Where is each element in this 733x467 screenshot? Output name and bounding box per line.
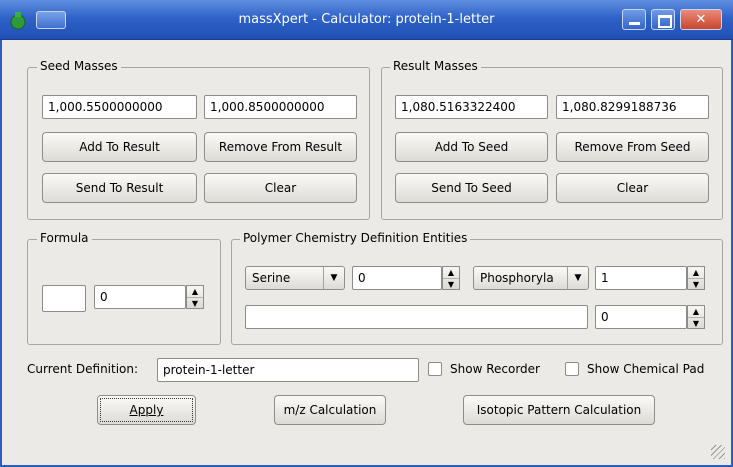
dropdown-arrow-icon[interactable]: ▼	[567, 267, 588, 289]
monomer-count-stepper[interactable]: ▲ ▼	[442, 266, 460, 290]
add-to-seed-button[interactable]: Add To Seed	[395, 132, 548, 162]
result-clear-button[interactable]: Clear	[556, 173, 709, 203]
monomer-combo-value: Serine	[252, 271, 291, 285]
minimize-button[interactable]	[622, 9, 646, 30]
isotopic-pattern-calculation-label: Isotopic Pattern Calculation	[476, 403, 642, 417]
entity-formula-input[interactable]	[245, 305, 588, 329]
send-to-seed-button[interactable]: Send To Seed	[395, 173, 548, 203]
close-button[interactable]: ✕	[680, 9, 722, 30]
remove-from-seed-button[interactable]: Remove From Seed	[556, 132, 709, 162]
chevron-up-icon[interactable]: ▲	[443, 267, 459, 278]
mz-calculation-label: m/z Calculation	[283, 403, 377, 417]
show-recorder-checkbox[interactable]	[428, 362, 442, 376]
monomer-count-spinbox[interactable]: 0	[352, 266, 442, 290]
seed-masses-title: Seed Masses	[37, 59, 121, 73]
result-mono-mass-field[interactable]: 1,080.5163322400	[395, 95, 548, 119]
polymer-entities-group	[231, 239, 723, 345]
chevron-down-icon[interactable]: ▼	[443, 278, 459, 290]
entity-formula-count-spinbox[interactable]: 0	[595, 305, 687, 329]
modification-count-spinbox[interactable]: 1	[595, 266, 687, 290]
chevron-up-icon[interactable]: ▲	[688, 306, 704, 317]
remove-from-result-button[interactable]: Remove From Result	[204, 132, 357, 162]
maximize-icon	[658, 15, 672, 28]
entity-formula-count-stepper[interactable]: ▲ ▼	[687, 305, 705, 329]
result-masses-title: Result Masses	[390, 59, 481, 73]
maximize-button[interactable]	[651, 9, 675, 30]
formula-count-spinbox[interactable]: 0	[94, 285, 186, 309]
current-definition-label: Current Definition:	[27, 362, 139, 376]
modification-combo-value: Phosphoryla	[480, 271, 554, 285]
dropdown-arrow-icon[interactable]: ▼	[323, 267, 344, 289]
modification-count-stepper[interactable]: ▲ ▼	[687, 266, 705, 290]
isotopic-pattern-calculation-button[interactable]: Isotopic Pattern Calculation	[463, 395, 655, 425]
chevron-down-icon[interactable]: ▼	[688, 317, 704, 329]
mz-calculation-button[interactable]: m/z Calculation	[274, 395, 386, 425]
monomer-combo[interactable]: Serine ▼	[245, 266, 345, 290]
chevron-down-icon[interactable]: ▼	[688, 278, 704, 290]
formula-count-stepper[interactable]: ▲ ▼	[186, 285, 204, 309]
seed-mono-mass-field[interactable]: 1,000.5500000000	[42, 95, 197, 119]
modification-combo[interactable]: Phosphoryla ▼	[473, 266, 589, 290]
chevron-up-icon[interactable]: ▲	[688, 267, 704, 278]
current-definition-field[interactable]: protein-1-letter	[157, 358, 419, 382]
show-chemical-pad-checkbox[interactable]	[565, 362, 579, 376]
apply-button[interactable]: Apply	[97, 395, 196, 425]
send-to-result-button[interactable]: Send To Result	[42, 173, 197, 203]
seed-clear-button[interactable]: Clear	[204, 173, 357, 203]
close-icon: ✕	[695, 12, 707, 27]
show-chemical-pad-label[interactable]: Show Chemical Pad	[587, 362, 704, 376]
show-recorder-label[interactable]: Show Recorder	[450, 362, 540, 376]
minimize-icon	[629, 22, 640, 25]
formula-input[interactable]	[42, 285, 86, 312]
chevron-up-icon[interactable]: ▲	[187, 286, 203, 297]
result-avg-mass-field[interactable]: 1,080.8299188736	[556, 95, 709, 119]
formula-title: Formula	[37, 231, 92, 245]
apply-button-label: Apply	[129, 403, 164, 417]
chevron-down-icon[interactable]: ▼	[187, 297, 203, 309]
add-to-result-button[interactable]: Add To Result	[42, 132, 197, 162]
seed-avg-mass-field[interactable]: 1,000.8500000000	[204, 95, 357, 119]
polymer-entities-title: Polymer Chemistry Definition Entities	[240, 231, 471, 245]
title-bar[interactable]: massXpert - Calculator: protein-1-letter…	[0, 0, 733, 40]
resize-grip-icon[interactable]	[711, 445, 725, 459]
